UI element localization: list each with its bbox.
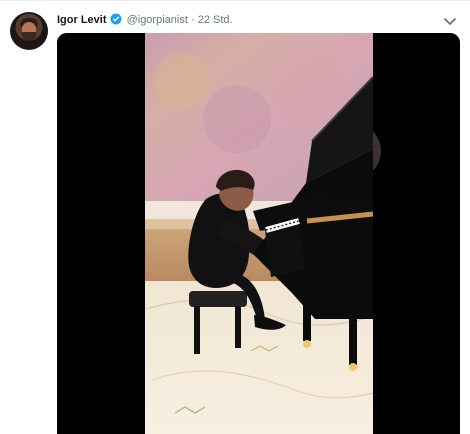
avatar[interactable]	[10, 12, 48, 50]
tweet-header: Igor Levit @igorpianist · 22 Std.	[57, 12, 430, 28]
tweet-card[interactable]: Igor Levit @igorpianist · 22 Std.	[0, 0, 470, 434]
video-player[interactable]	[57, 33, 460, 434]
video-frame	[57, 33, 460, 434]
meta-separator: ·	[190, 14, 195, 26]
handle[interactable]: @igorpianist	[127, 14, 188, 26]
avatar-beard	[22, 32, 36, 41]
verified-badge-icon	[110, 13, 122, 25]
display-name[interactable]: Igor Levit	[57, 14, 107, 26]
chevron-down-icon[interactable]	[442, 13, 458, 29]
timestamp-link[interactable]: 22 Std.	[198, 14, 233, 26]
